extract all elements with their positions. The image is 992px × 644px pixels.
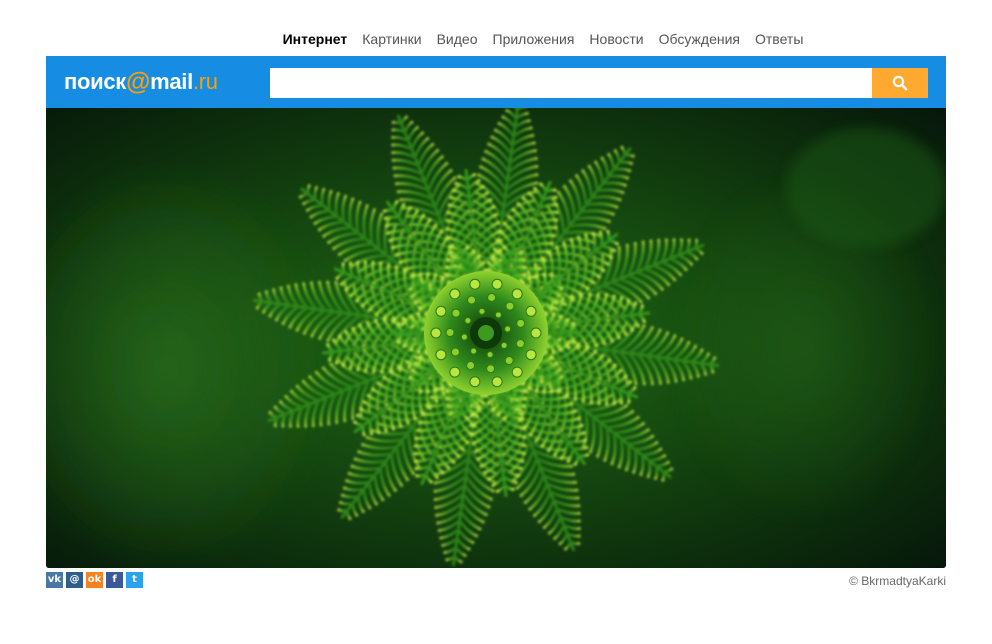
- search-page: Интернет Картинки Видео Приложения Новости Об…: [0, 0, 992, 644]
- odnoklassniki-icon[interactable]: ok: [86, 572, 103, 588]
- fern-image: [46, 108, 946, 568]
- nav-item-6[interactable]: Ответы: [755, 30, 803, 50]
- social-links: vk @ ok f t: [46, 572, 946, 588]
- search-header: поиск @ mail .ru: [46, 56, 946, 108]
- twitter-icon[interactable]: t: [126, 572, 143, 588]
- logo[interactable]: поиск @ mail .ru: [64, 68, 218, 96]
- facebook-icon[interactable]: f: [106, 572, 123, 588]
- top-navigation: Интернет Картинки Видео Приложения Новости Об…: [0, 30, 992, 50]
- nav-item-0[interactable]: Интернет: [283, 30, 348, 50]
- nav-item-3[interactable]: Приложения: [493, 30, 575, 50]
- logo-word: поиск: [64, 69, 126, 94]
- search-input[interactable]: [270, 68, 872, 98]
- vk-icon[interactable]: vk: [46, 572, 63, 588]
- nav-item-1[interactable]: Картинки: [362, 30, 421, 50]
- footer: vk @ ok f t © BkrmadtyaKarki: [46, 572, 946, 590]
- nav-item-5[interactable]: Обсуждения: [659, 30, 740, 50]
- logo-at: @: [126, 67, 151, 96]
- search-button[interactable]: [872, 68, 928, 98]
- logo-tld: .ru: [192, 69, 218, 94]
- mailru-icon[interactable]: @: [66, 572, 83, 588]
- photo-credit: © BkrmadtyaKarki: [849, 574, 946, 588]
- logo-brand: mail: [150, 69, 193, 94]
- background-photo: [46, 108, 946, 568]
- nav-item-2[interactable]: Видео: [437, 30, 478, 50]
- nav-item-4[interactable]: Новости: [589, 30, 643, 50]
- search-icon: [892, 75, 908, 91]
